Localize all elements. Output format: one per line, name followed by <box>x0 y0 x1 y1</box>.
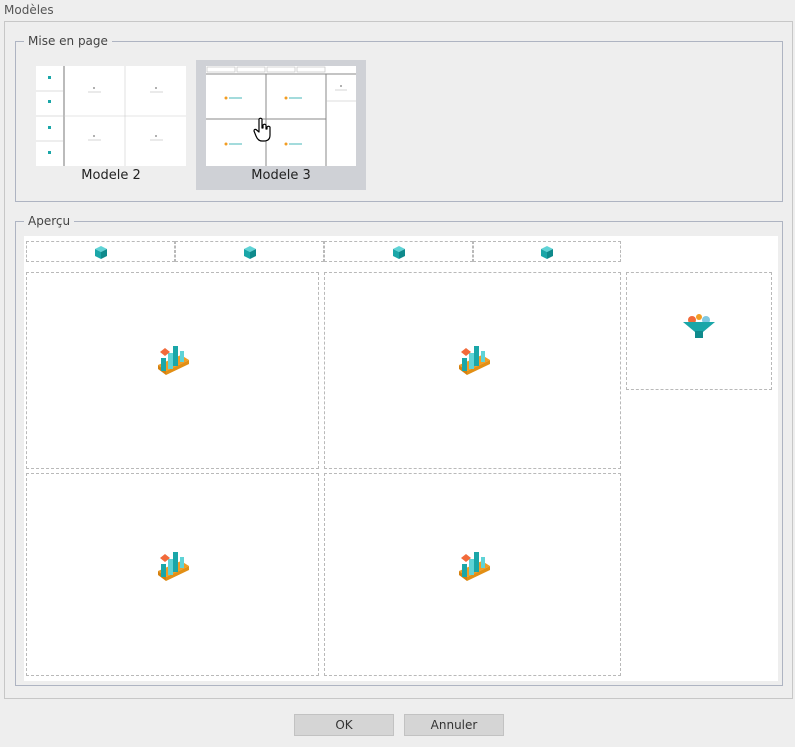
model-2-card[interactable]: Modele 2 <box>30 60 192 190</box>
chart-cell-2[interactable] <box>324 272 621 469</box>
chart-icon <box>155 551 191 586</box>
model-2-thumbnail <box>36 66 186 166</box>
cube-icon <box>392 245 406 263</box>
chart-cell-1[interactable] <box>26 272 319 469</box>
funnel-icon <box>682 313 716 342</box>
filter-cell-2[interactable] <box>175 241 324 262</box>
filter-cell-4[interactable] <box>473 241 621 262</box>
side-cell[interactable] <box>626 272 772 390</box>
chart-cell-3[interactable] <box>26 473 319 676</box>
chart-icon <box>155 345 191 380</box>
cancel-button[interactable]: Annuler <box>404 714 504 736</box>
layout-group-legend: Mise en page <box>28 34 108 48</box>
ok-button[interactable]: OK <box>294 714 394 736</box>
filter-cell-1[interactable] <box>26 241 175 262</box>
model-3-card[interactable]: Modele 3 <box>196 60 366 190</box>
cube-icon <box>94 245 108 263</box>
model-3-thumbnail <box>206 66 356 166</box>
chart-icon <box>456 551 492 586</box>
chart-cell-4[interactable] <box>324 473 621 676</box>
cube-icon <box>540 245 554 263</box>
cube-icon <box>243 245 257 263</box>
preview-canvas <box>24 236 778 681</box>
model-3-label: Modele 3 <box>251 168 311 183</box>
filter-cell-3[interactable] <box>324 241 473 262</box>
window-title: Modèles <box>4 3 54 17</box>
model-2-label: Modele 2 <box>81 168 141 183</box>
hand-pointer-icon <box>253 117 273 143</box>
preview-group-legend: Aperçu <box>28 214 71 228</box>
chart-icon <box>456 345 492 380</box>
